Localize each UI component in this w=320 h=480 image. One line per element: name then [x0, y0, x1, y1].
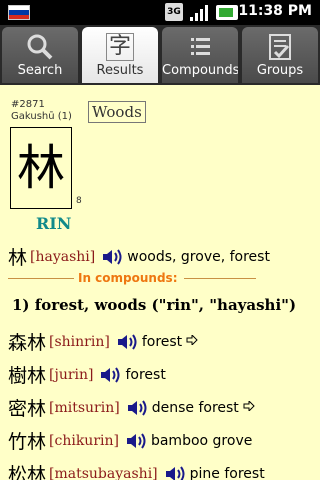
checklist-icon: [242, 32, 318, 62]
compound-kanji: 森林: [8, 332, 47, 354]
tab-label: Results: [96, 63, 144, 78]
kanji-icon: 字: [82, 32, 158, 62]
compound-row[interactable]: 密林 [mitsurin] dense forest: [8, 394, 255, 421]
tab-label: Search: [17, 63, 63, 78]
compound-row[interactable]: 樹林 [jurin] forest: [8, 361, 166, 388]
compound-romaji: [mitsurin]: [49, 399, 120, 416]
status-bar: 3G 11:38 PM: [0, 0, 320, 25]
compound-kanji: 松林: [8, 464, 47, 480]
compound-kanji: 密林: [8, 398, 47, 420]
compound-kanji: 樹林: [8, 365, 47, 387]
clock: 11:38 PM: [238, 3, 312, 19]
tab-label: Groups: [256, 63, 304, 78]
tab-compounds[interactable]: Compounds: [162, 27, 238, 83]
compound-romaji: [jurin]: [49, 366, 94, 383]
search-icon: [2, 32, 78, 62]
speaker-icon[interactable]: [116, 332, 138, 352]
compound-kanji: 竹林: [8, 431, 47, 453]
stroke-count: 8: [76, 196, 82, 206]
compound-gloss: pine forest: [189, 465, 265, 480]
tab-label: Compounds: [162, 63, 238, 78]
entry-meta: #2871 Gakushū (1): [11, 99, 72, 123]
entry-grade: Gakushū (1): [11, 111, 72, 122]
battery-icon: [216, 5, 238, 20]
compound-row[interactable]: 松林 [matsubayashi] pine forest: [8, 460, 265, 480]
speaker-icon[interactable]: [99, 365, 121, 385]
compound-romaji: [chikurin]: [49, 432, 119, 449]
row-romaji: [hayashi]: [30, 248, 96, 265]
signal-strength-icon: [190, 5, 208, 21]
compound-gloss: bamboo grove: [150, 432, 253, 449]
row-gloss: woods, grove, forest: [127, 248, 270, 265]
tab-bar: Search 字 Results Compounds Groups: [0, 25, 320, 85]
compound-gloss: forest: [125, 366, 166, 383]
compound-romaji: [matsubayashi]: [49, 465, 158, 480]
on-reading: RIN: [36, 214, 72, 233]
tab-results[interactable]: 字 Results: [82, 27, 158, 83]
network-type-icon: 3G: [165, 3, 183, 21]
compound-romaji: [shinrin]: [49, 333, 110, 350]
compound-row[interactable]: 森林 [shinrin] forest: [8, 328, 198, 355]
entry-number: #2871: [11, 99, 45, 110]
compound-row[interactable]: 竹林 [chikurin] bamboo grove: [8, 427, 252, 454]
compounds-header: In compounds:: [78, 271, 178, 285]
compound-group-title: 1) forest, woods ("rin", "hayashi"): [12, 296, 297, 314]
list-icon: [162, 32, 238, 62]
compound-gloss: dense forest: [151, 399, 239, 416]
speaker-icon[interactable]: [126, 398, 148, 418]
tab-groups[interactable]: Groups: [242, 27, 318, 83]
speaker-icon[interactable]: [101, 247, 123, 267]
open-compound-arrow-icon[interactable]: [243, 399, 255, 415]
compounds-divider: In compounds:: [8, 271, 312, 285]
kun-reading-row[interactable]: 林 [hayashi] woods, grove, forest: [8, 243, 270, 270]
row-kanji: 林: [8, 247, 28, 269]
tab-search[interactable]: Search: [2, 27, 78, 83]
language-flag-icon: [8, 5, 30, 20]
results-panel: #2871 Gakushū (1) Woods 林 8 RIN 林 [hayas…: [0, 85, 320, 480]
kanji-display[interactable]: 林: [10, 127, 72, 209]
meaning-label: Woods: [88, 101, 146, 123]
compound-gloss: forest: [141, 333, 183, 350]
speaker-icon[interactable]: [164, 464, 186, 480]
speaker-icon[interactable]: [125, 431, 147, 451]
open-compound-arrow-icon[interactable]: [186, 333, 198, 349]
